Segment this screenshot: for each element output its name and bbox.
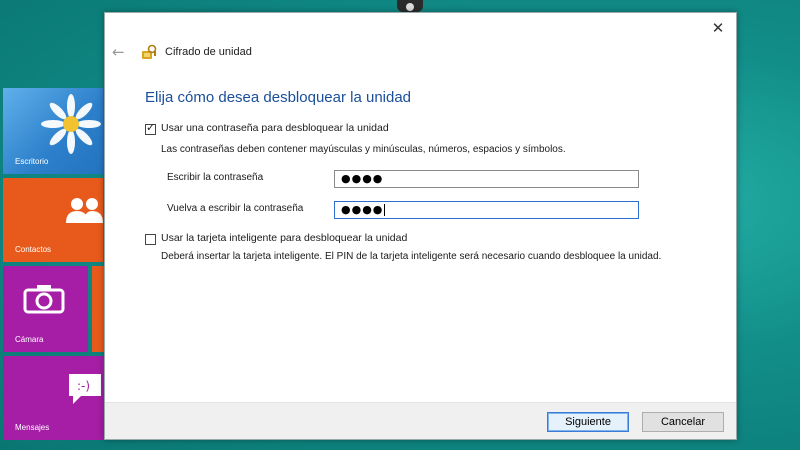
bitlocker-dialog: ✕ ← Cifrado de unidad Elija cómo desea d… [104,12,737,440]
cancel-button[interactable]: Cancelar [642,412,724,432]
tile-contactos[interactable]: Contactos [3,178,103,262]
next-button[interactable]: Siguiente [547,412,629,432]
back-arrow-icon[interactable]: ← [112,43,125,61]
chat-bubble-icon: :-) [69,374,101,404]
daisy-flower-icon [41,94,101,154]
tile-label: Escritorio [15,157,49,166]
close-icon[interactable]: ✕ [706,17,730,39]
svg-text::-): :-) [77,379,90,393]
checkmark-icon: ✓ [146,121,156,134]
top-camera-icon [397,0,423,12]
password-description: Las contraseñas deben contener mayúscula… [161,144,566,155]
smartcard-option-label[interactable]: Usar la tarjeta inteligente para desbloq… [161,232,407,244]
dialog-title: Cifrado de unidad [165,46,252,58]
confirm-password-value: ●●●● [341,203,384,216]
camera-icon [23,285,65,314]
password-field-value: ●●●● [341,172,384,185]
page-heading: Elija cómo desea desbloquear la unidad [145,89,412,106]
dialog-footer: Siguiente Cancelar [105,402,736,439]
tile-label: Cámara [15,335,44,344]
password-option-label[interactable]: Usar una contraseña para desbloquear la … [161,122,389,134]
password-field[interactable]: ●●●● [334,170,639,188]
password-checkbox[interactable]: ✓ [145,121,156,135]
password-field-label: Escribir la contraseña [167,172,264,183]
tile-mensajes[interactable]: :-) Mensajes [3,356,103,440]
tile-escritorio[interactable]: Escritorio [3,88,103,174]
confirm-password-label: Vuelva a escribir la contraseña [167,203,304,214]
tile-camara[interactable]: Cámara [3,266,88,352]
tile-label: Contactos [15,245,52,254]
text-caret [384,204,386,216]
people-icon [66,198,103,223]
smartcard-checkbox[interactable] [145,234,156,245]
confirm-password-field[interactable]: ●●●● [334,201,639,219]
bitlocker-key-icon [142,44,157,59]
tile-label: Mensajes [15,423,50,432]
smartcard-description: Deberá insertar la tarjeta inteligente. … [161,251,662,262]
